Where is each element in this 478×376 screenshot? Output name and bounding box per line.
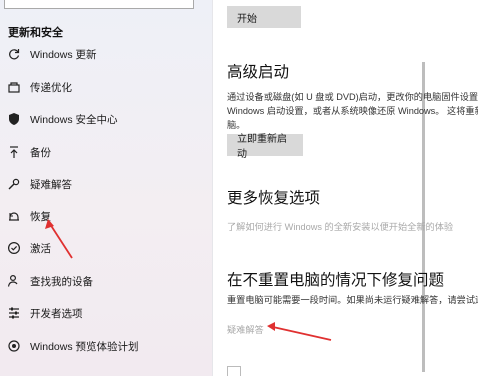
shield-icon — [6, 111, 22, 127]
backup-arrow-icon — [6, 144, 22, 160]
search-box[interactable] — [4, 0, 194, 9]
sidebar-item-windows-security[interactable]: Windows 安全中心 — [0, 108, 212, 130]
sidebar-item-label: 查找我的设备 — [30, 276, 93, 288]
sidebar-item-troubleshoot[interactable]: 疑难解答 — [0, 173, 212, 195]
sidebar-item-developer-options[interactable]: 开发者选项 — [0, 302, 212, 324]
restart-now-button[interactable]: 立即重新启动 — [227, 134, 303, 160]
fix-without-reset-desc: 重置电脑可能需要一段时间。如果尚未运行疑难解答，请尝试运行疑难解答 — [227, 295, 478, 305]
sidebar-item-backup[interactable]: 备份 — [0, 141, 212, 163]
wrench-icon — [6, 176, 22, 192]
sidebar-item-delivery-optimization[interactable]: 传递优化 — [0, 76, 212, 98]
sidebar-item-windows-update[interactable]: Windows 更新 — [0, 43, 212, 65]
settings-sidebar: 更新和安全 Windows 更新 传递优化 Windows 安全中心 备份 疑难… — [0, 0, 212, 376]
sidebar-item-label: Windows 更新 — [30, 49, 97, 61]
sidebar-item-activation[interactable]: 激活 — [0, 237, 212, 259]
advanced-startup-desc-line-2: Windows 启动设置，或者从系统映像还原 Windows。 这将重新启动电 — [227, 106, 478, 116]
recovery-icon — [6, 208, 22, 224]
sidebar-item-label: 开发者选项 — [30, 308, 83, 320]
developer-tools-icon — [6, 305, 22, 321]
insider-icon — [6, 338, 22, 354]
sidebar-item-label: 传递优化 — [30, 82, 72, 94]
sidebar-item-find-my-device[interactable]: 查找我的设备 — [0, 270, 212, 292]
sidebar-item-label: Windows 安全中心 — [30, 114, 118, 126]
fix-without-reset-title: 在不重置电脑的情况下修复问题 — [227, 272, 445, 289]
troubleshoot-link[interactable]: 疑难解答 — [227, 322, 264, 336]
sync-icon — [6, 46, 22, 62]
advanced-startup-desc-line-1: 通过设备或磁盘(如 U 盘或 DVD)启动，更改你的电脑固件设置，更改 — [227, 92, 478, 102]
more-recovery-title: 更多恢复选项 — [227, 190, 321, 207]
sidebar-item-recovery[interactable]: 恢复 — [0, 205, 212, 227]
check-circle-icon — [6, 240, 22, 256]
sidebar-item-label: Windows 预览体验计划 — [30, 341, 139, 353]
sidebar-item-label: 激活 — [30, 243, 51, 255]
advanced-startup-title: 高级启动 — [227, 64, 290, 81]
sidebar-item-label: 疑难解答 — [30, 179, 72, 191]
sidebar-item-label: 恢复 — [30, 211, 51, 223]
section-title: 更新和安全 — [8, 27, 63, 39]
reset-start-button[interactable]: 开始 — [227, 6, 301, 28]
delivery-optimization-icon — [6, 79, 22, 95]
fresh-install-link[interactable]: 了解如何进行 Windows 的全新安装以便开始全新的体验 — [227, 219, 453, 233]
sidebar-item-insider-program[interactable]: Windows 预览体验计划 — [0, 335, 212, 357]
person-location-icon — [6, 273, 22, 289]
sidebar-item-label: 备份 — [30, 147, 51, 159]
recovery-page: 开始 高级启动 通过设备或磁盘(如 U 盘或 DVD)启动，更改你的电脑固件设置… — [213, 0, 478, 376]
partial-item-icon — [227, 366, 241, 376]
